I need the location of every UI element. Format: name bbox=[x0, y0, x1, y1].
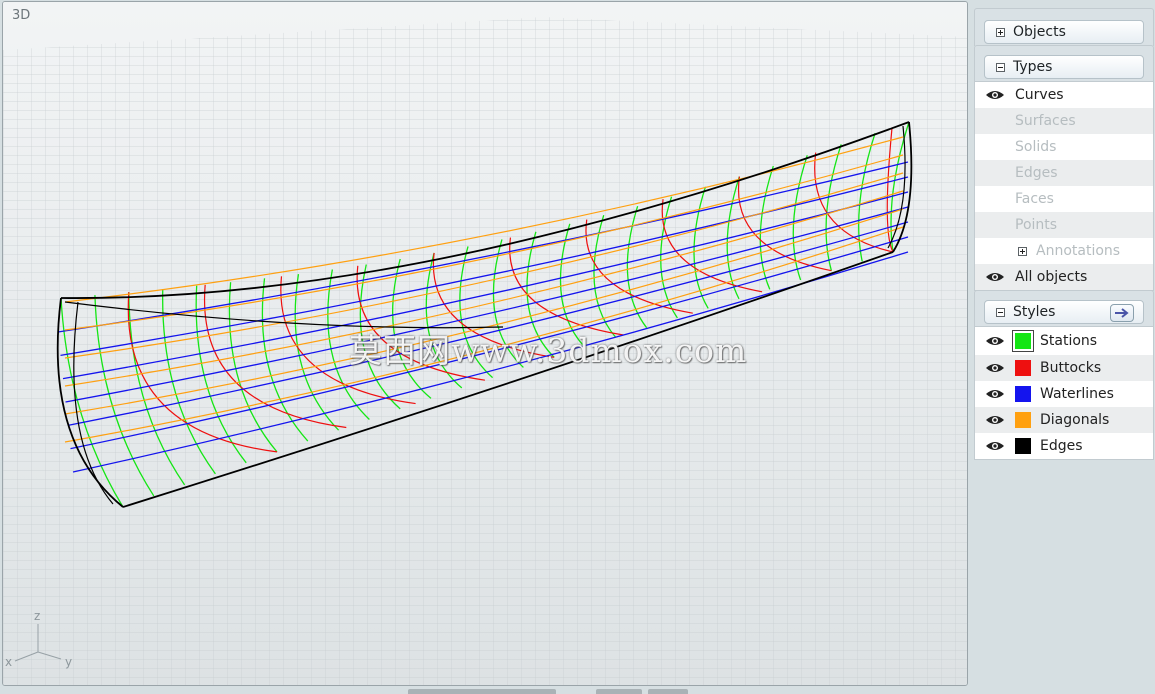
color-swatch[interactable] bbox=[1015, 438, 1031, 454]
type-label: Points bbox=[1015, 217, 1058, 233]
eye-icon[interactable] bbox=[975, 271, 1015, 283]
color-swatch[interactable] bbox=[1015, 386, 1031, 402]
viewport-3d[interactable]: z x y 3D 莫西网www.3dmox.com bbox=[2, 1, 968, 686]
style-row-buttocks[interactable]: Buttocks bbox=[975, 355, 1153, 381]
color-swatch[interactable] bbox=[1015, 412, 1031, 428]
eye-icon[interactable] bbox=[975, 388, 1015, 400]
type-label: Edges bbox=[1015, 165, 1058, 181]
eye-icon[interactable] bbox=[975, 440, 1015, 452]
viewport-label: 3D bbox=[12, 8, 31, 23]
bottom-tab[interactable] bbox=[648, 689, 688, 694]
eye-icon[interactable] bbox=[975, 335, 1015, 347]
type-row-faces[interactable]: Faces bbox=[975, 186, 1153, 212]
type-row-all-objects[interactable]: All objects bbox=[975, 264, 1153, 290]
color-swatch[interactable] bbox=[1015, 360, 1031, 376]
type-label: Surfaces bbox=[1015, 113, 1076, 129]
type-row-surfaces[interactable]: Surfaces bbox=[975, 108, 1153, 134]
arrow-right-icon[interactable] bbox=[1110, 304, 1134, 322]
bottom-tab[interactable] bbox=[408, 689, 556, 694]
style-label: Edges bbox=[1040, 438, 1083, 454]
color-swatch[interactable] bbox=[1012, 330, 1034, 352]
axis-z-label: z bbox=[34, 609, 40, 623]
types-header-label: Types bbox=[1013, 59, 1053, 75]
type-label: Faces bbox=[1015, 191, 1054, 207]
axis-x-label: x bbox=[5, 655, 12, 669]
objects-header-label: Objects bbox=[1013, 24, 1066, 40]
type-label: Solids bbox=[1015, 139, 1057, 155]
style-label: Stations bbox=[1040, 333, 1098, 349]
axis-y-label: y bbox=[65, 655, 72, 669]
style-label: Waterlines bbox=[1040, 386, 1114, 402]
objects-header[interactable]: Objects bbox=[984, 20, 1144, 44]
styles-header-label: Styles bbox=[1013, 304, 1056, 320]
type-row-points[interactable]: Points bbox=[975, 212, 1153, 238]
types-header[interactable]: Types bbox=[984, 55, 1144, 79]
style-row-waterlines[interactable]: Waterlines bbox=[975, 381, 1153, 407]
watermark: 莫西网www.3dmox.com bbox=[349, 331, 748, 370]
types-list: Curves Surfaces Solids Edges Faces Point… bbox=[974, 81, 1154, 291]
type-label: All objects bbox=[1015, 269, 1088, 285]
style-label: Diagonals bbox=[1040, 412, 1110, 428]
collapse-icon[interactable] bbox=[996, 62, 1005, 72]
style-row-diagonals[interactable]: Diagonals bbox=[975, 407, 1153, 433]
type-label: Annotations bbox=[1036, 243, 1121, 259]
expand-icon[interactable] bbox=[996, 27, 1005, 37]
type-row-annotations[interactable]: Annotations bbox=[975, 238, 1153, 264]
style-row-stations[interactable]: Stations bbox=[975, 327, 1153, 355]
styles-header[interactable]: Styles bbox=[984, 300, 1144, 324]
type-row-curves[interactable]: Curves bbox=[975, 82, 1153, 108]
type-row-edges[interactable]: Edges bbox=[975, 160, 1153, 186]
type-row-solids[interactable]: Solids bbox=[975, 134, 1153, 160]
bottom-tab[interactable] bbox=[596, 689, 642, 694]
expand-icon[interactable] bbox=[1018, 246, 1027, 256]
collapse-icon[interactable] bbox=[996, 307, 1005, 317]
style-label: Buttocks bbox=[1040, 360, 1102, 376]
type-label: Curves bbox=[1015, 87, 1064, 103]
eye-icon[interactable] bbox=[975, 89, 1015, 101]
style-row-edges[interactable]: Edges bbox=[975, 433, 1153, 459]
eye-icon[interactable] bbox=[975, 362, 1015, 374]
eye-icon[interactable] bbox=[975, 414, 1015, 426]
styles-list: Stations Buttocks Waterlines Diagonals E… bbox=[974, 326, 1154, 460]
